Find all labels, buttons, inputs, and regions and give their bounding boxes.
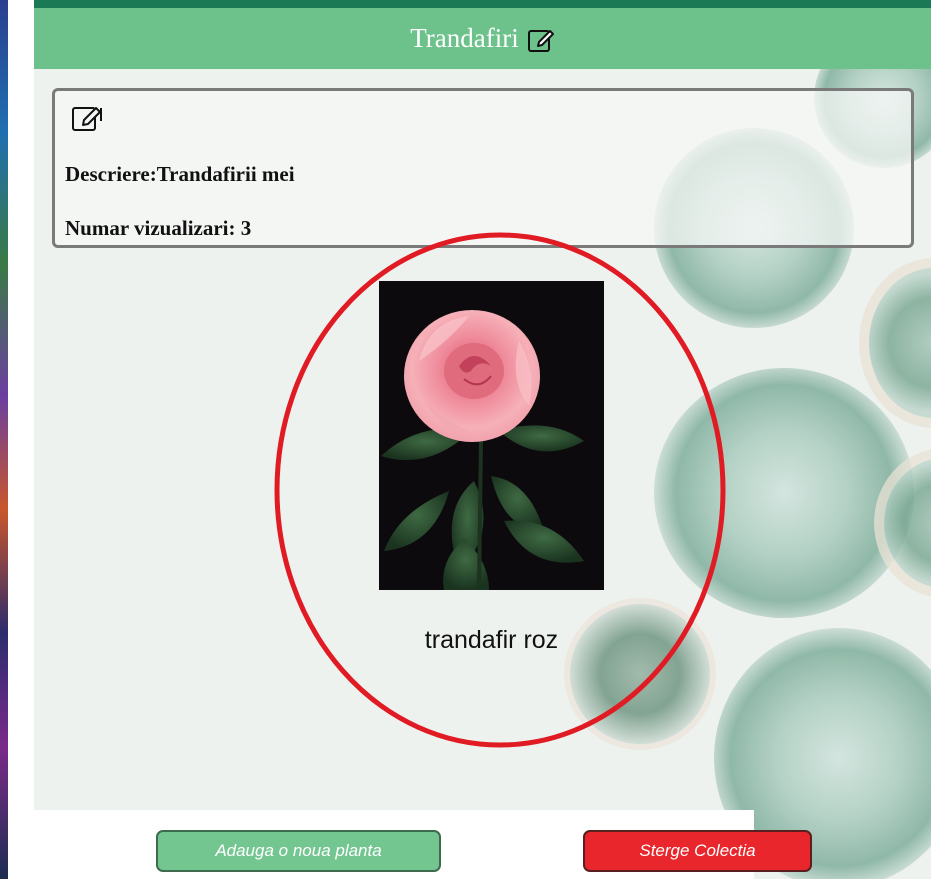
plant-card[interactable] — [379, 281, 604, 590]
collection-title: Trandafiri — [410, 23, 519, 53]
plant-name[interactable]: trandafir roz — [379, 626, 604, 655]
pink-rose-photo[interactable] — [379, 281, 604, 590]
page-left-margin — [8, 0, 34, 879]
add-plant-button[interactable]: Adauga o noua planta — [156, 830, 441, 872]
collection-details-box: Descriere:Trandafirii mei Numar vizualiz… — [52, 88, 914, 248]
collection-header: Trandafiri — [34, 8, 931, 69]
collection-view-count: Numar vizualizari: 3 — [65, 216, 252, 240]
window-top-bar — [0, 0, 931, 8]
delete-collection-button[interactable]: Sterge Colectia — [583, 830, 812, 872]
edit-icon[interactable] — [527, 25, 555, 53]
collection-description: Descriere:Trandafirii mei — [65, 162, 295, 186]
edit-icon[interactable] — [71, 101, 103, 133]
desktop-icons-strip — [0, 0, 8, 879]
